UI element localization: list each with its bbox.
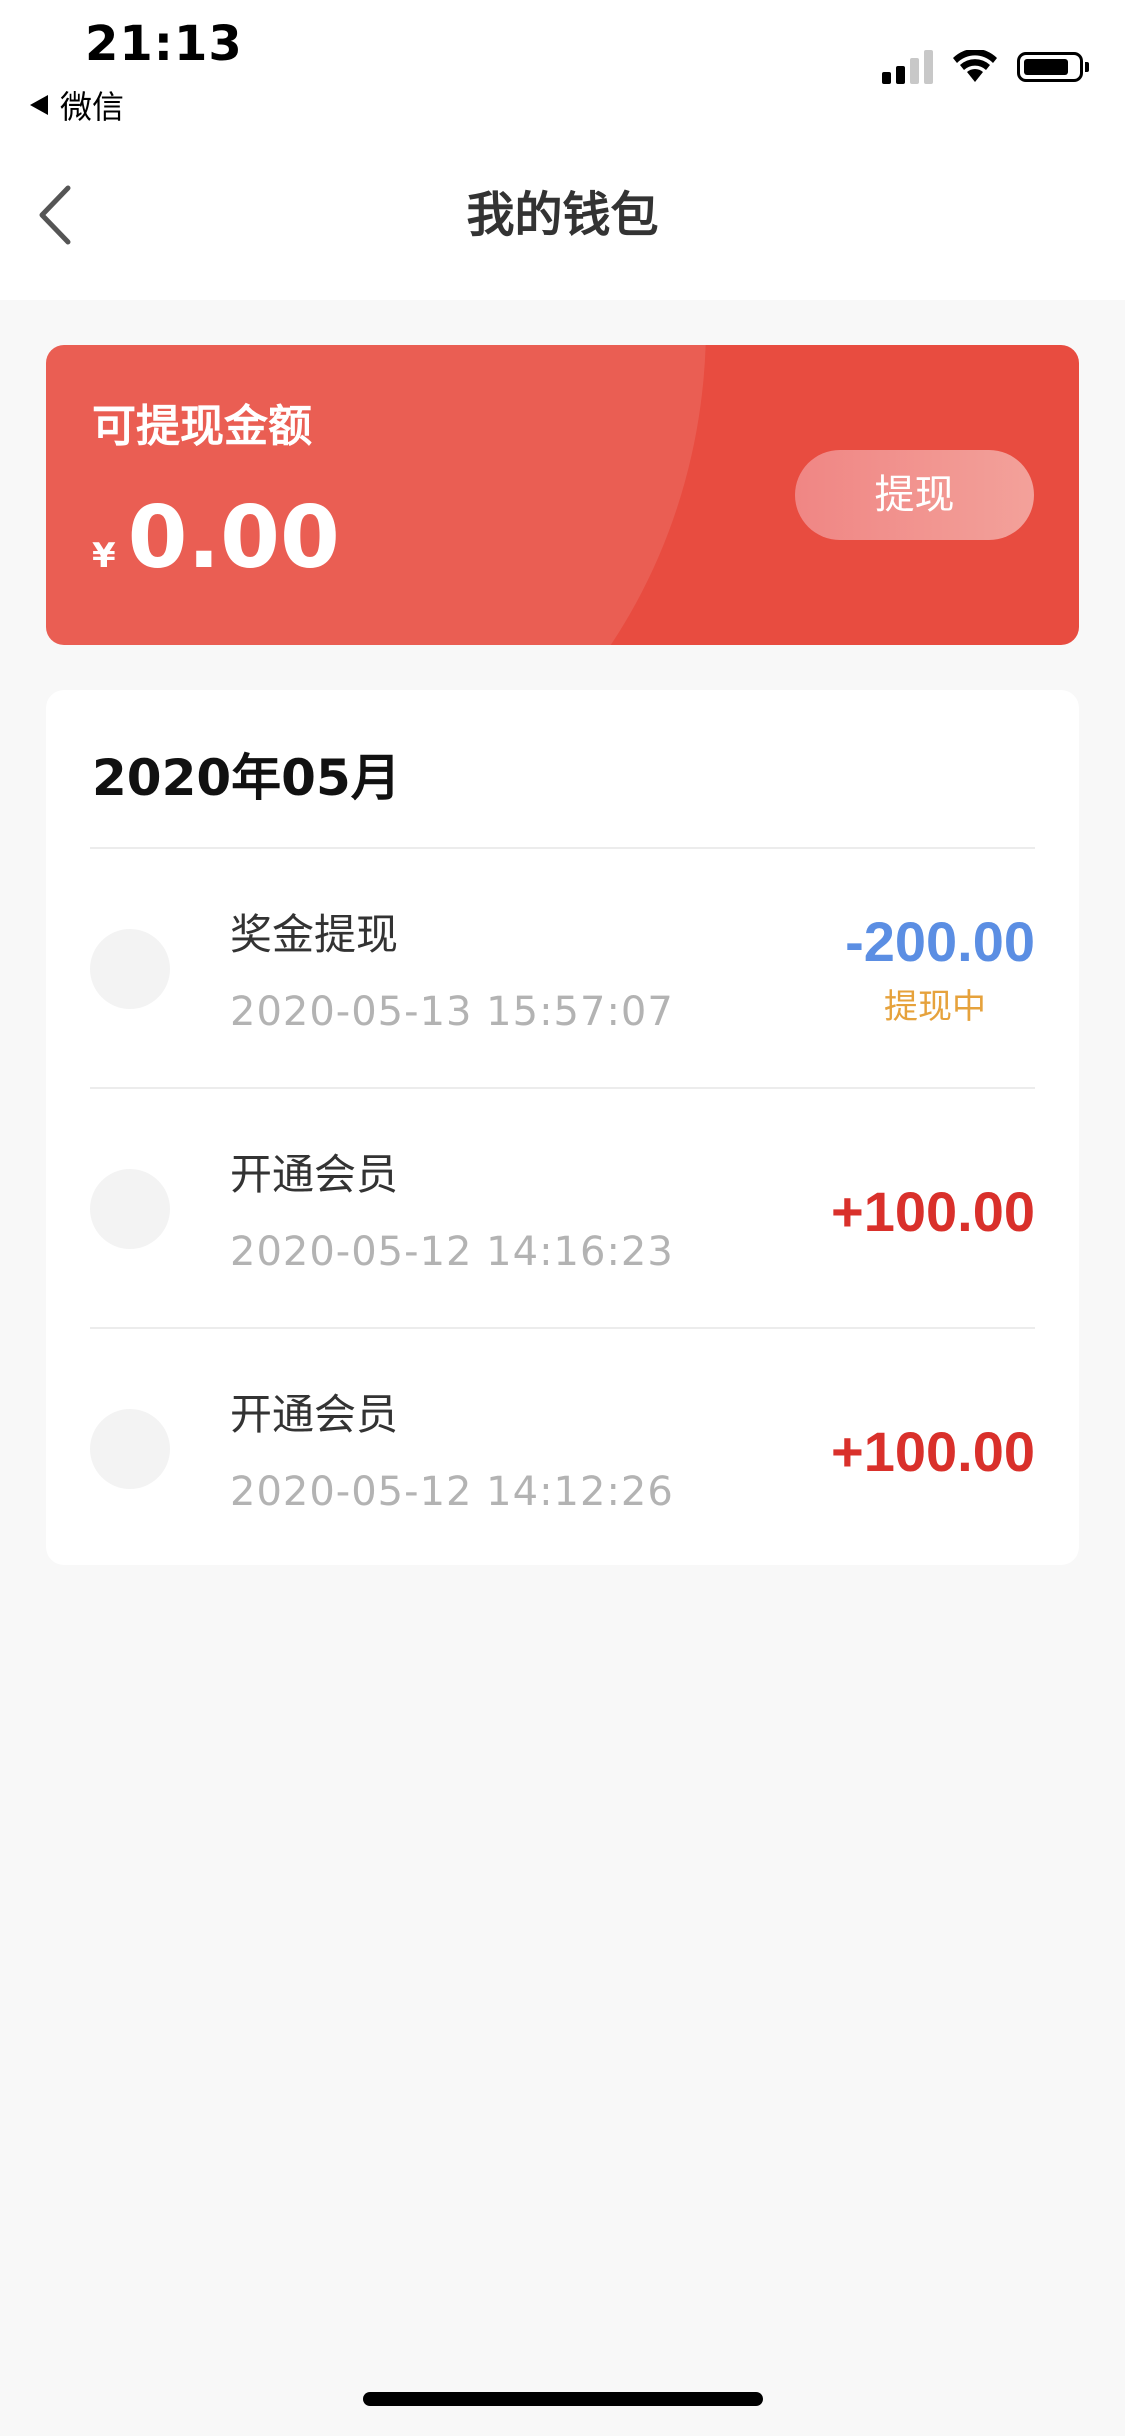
transaction-status: 提现中 bbox=[884, 987, 986, 1027]
transaction-row[interactable]: 开通会员 2020-05-12 14:16:23 +100.00 bbox=[90, 1087, 1035, 1327]
transaction-avatar bbox=[90, 929, 170, 1009]
return-app-label: 微信 bbox=[60, 88, 125, 126]
cellular-signal-icon bbox=[882, 50, 933, 84]
transaction-amount: +100.00 bbox=[831, 1180, 1035, 1243]
battery-icon bbox=[1017, 52, 1089, 82]
balance-value: 0.00 bbox=[127, 488, 340, 588]
balance-card: 可提现金额 ¥ 0.00 提现 bbox=[46, 345, 1079, 645]
currency-symbol: ¥ bbox=[92, 536, 116, 576]
withdraw-button[interactable]: 提现 bbox=[795, 450, 1034, 540]
transaction-datetime: 2020-05-12 14:16:23 bbox=[230, 1229, 674, 1275]
page-title: 我的钱包 bbox=[466, 187, 659, 243]
home-indicator[interactable] bbox=[363, 2392, 763, 2406]
wallet-screen: 21:13 微信 我的钱包 可提现金额 ¥ 0.00 提现 2020年05月 奖… bbox=[0, 0, 1125, 2436]
status-time: 21:13 bbox=[85, 16, 243, 72]
transaction-datetime: 2020-05-13 15:57:07 bbox=[230, 989, 674, 1035]
month-header: 2020年05月 bbox=[92, 749, 401, 807]
header-area: 21:13 微信 我的钱包 bbox=[0, 0, 1125, 300]
transaction-row[interactable]: 开通会员 2020-05-12 14:12:26 +100.00 bbox=[90, 1327, 1035, 1567]
transaction-title: 开通会员 bbox=[230, 1150, 399, 1199]
status-icons bbox=[882, 50, 1089, 84]
transaction-row[interactable]: 奖金提现 2020-05-13 15:57:07 -200.00 提现中 bbox=[90, 847, 1035, 1087]
transaction-amount: -200.00 bbox=[845, 910, 1035, 973]
transaction-title: 奖金提现 bbox=[230, 910, 399, 959]
balance-label: 可提现金额 bbox=[92, 401, 312, 452]
balance-amount: ¥ 0.00 bbox=[92, 495, 340, 581]
transaction-datetime: 2020-05-12 14:12:26 bbox=[230, 1469, 674, 1515]
return-to-wechat[interactable]: 微信 bbox=[30, 82, 124, 128]
wifi-icon bbox=[953, 50, 997, 82]
transaction-avatar bbox=[90, 1409, 170, 1489]
transaction-title: 开通会员 bbox=[230, 1390, 399, 1439]
transactions-card: 2020年05月 奖金提现 2020-05-13 15:57:07 -200.0… bbox=[46, 690, 1079, 1565]
back-triangle-icon bbox=[30, 95, 48, 115]
transaction-avatar bbox=[90, 1169, 170, 1249]
transaction-amount: +100.00 bbox=[831, 1420, 1035, 1483]
